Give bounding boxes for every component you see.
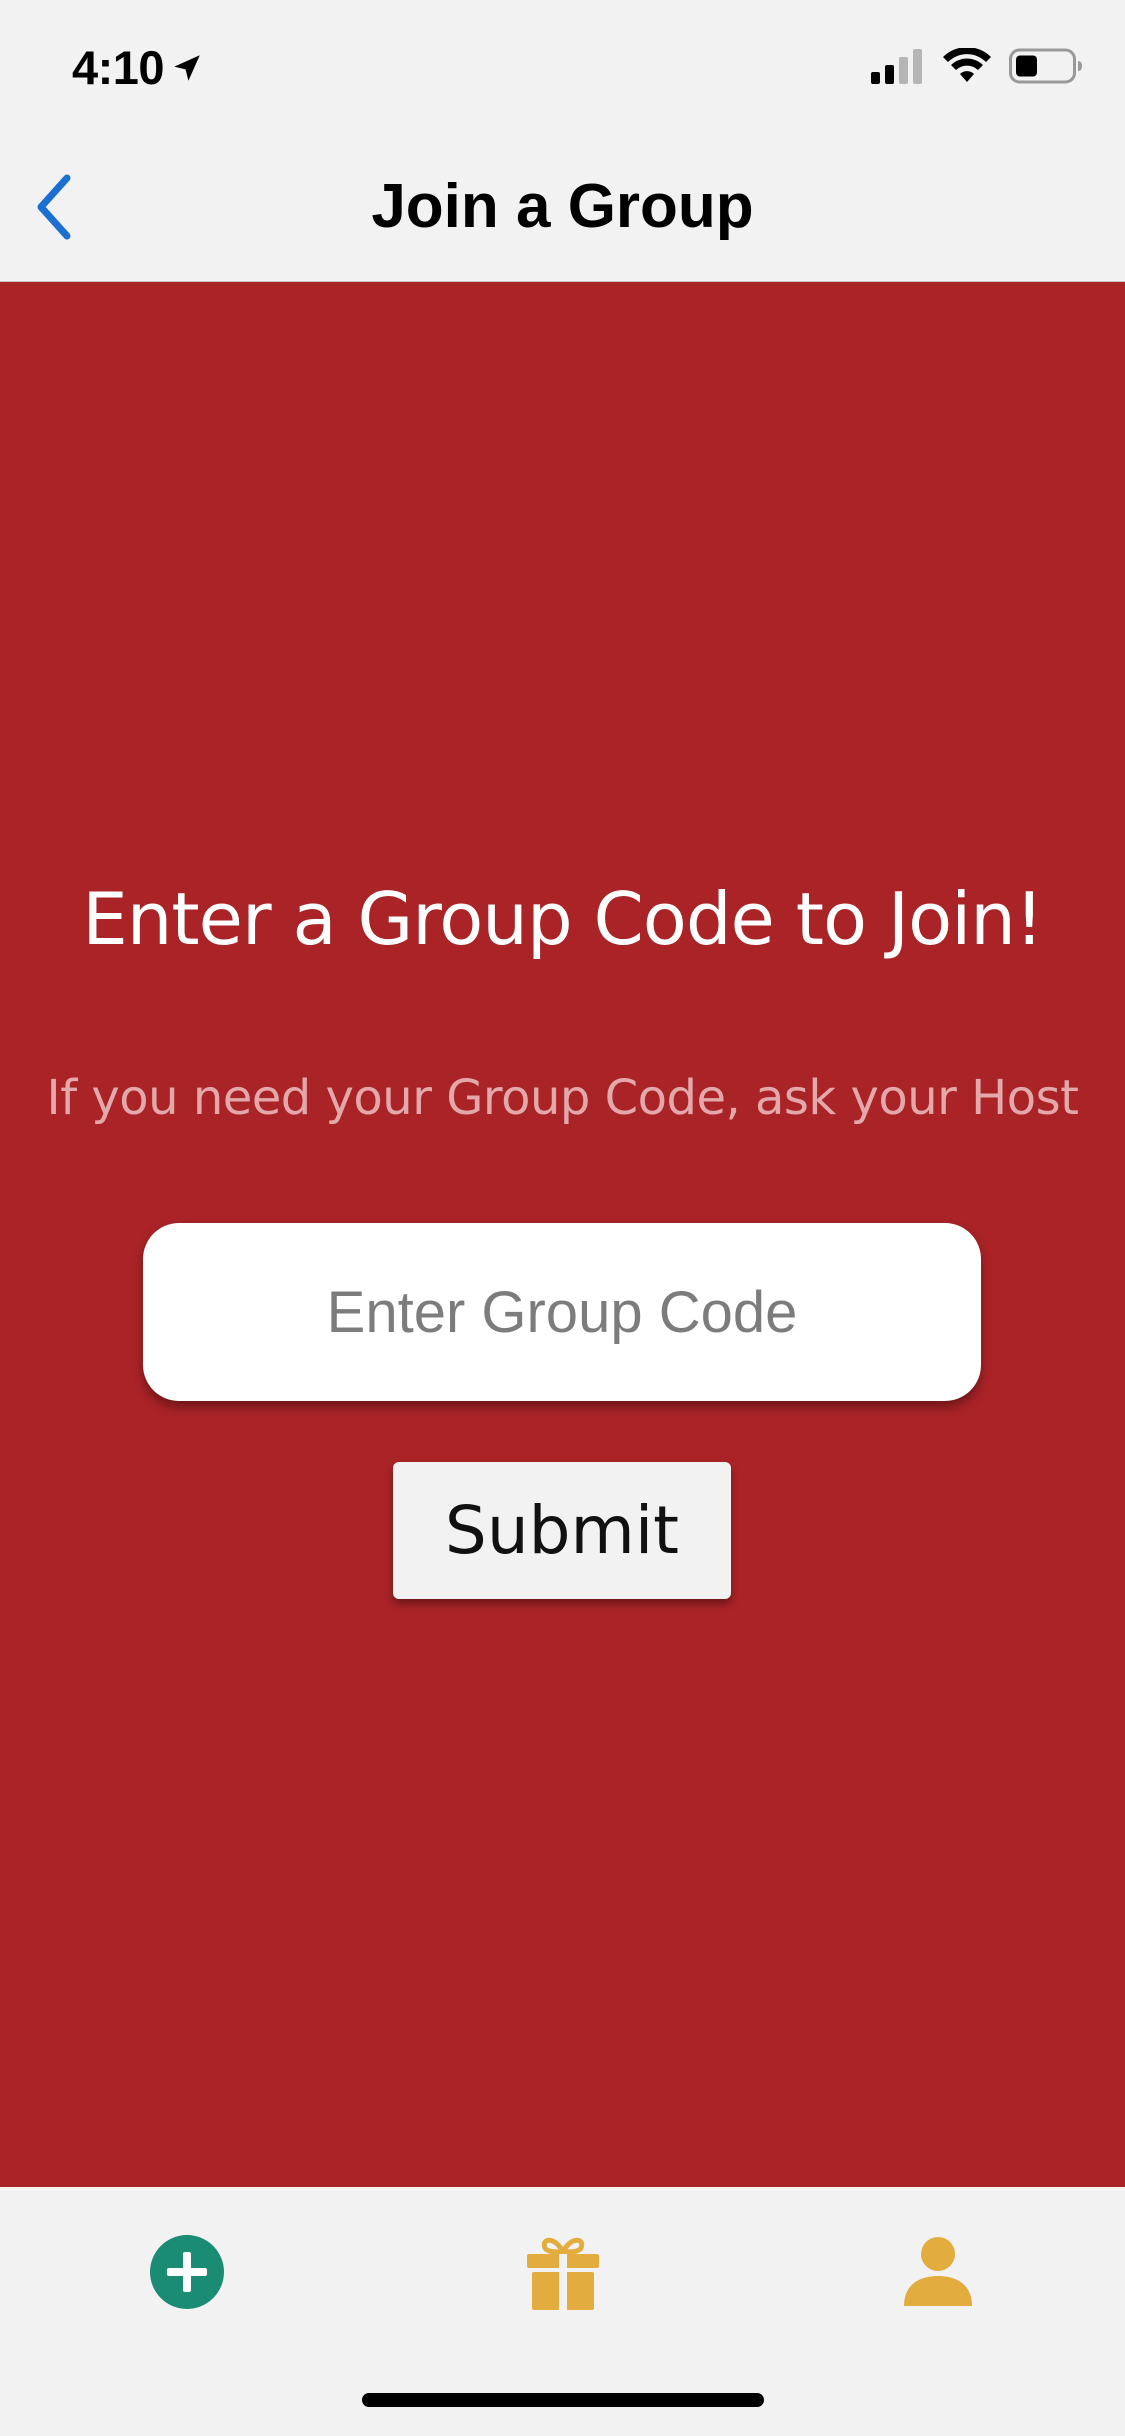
- cellular-signal-icon: [871, 49, 922, 84]
- wifi-icon: [943, 48, 991, 82]
- tab-profile[interactable]: [878, 2217, 998, 2327]
- battery-icon: [1009, 48, 1082, 84]
- navigation-bar: Join a Group: [0, 135, 1125, 282]
- join-group-screen: 4:10 Join a Group Enter a Group Code to …: [0, 0, 1125, 2436]
- tab-add-group[interactable]: [127, 2217, 247, 2327]
- status-bar: 4:10: [0, 0, 1125, 135]
- group-code-input[interactable]: [143, 1223, 981, 1401]
- page-title: Join a Group: [371, 172, 754, 241]
- location-arrow-icon: [174, 54, 200, 81]
- status-time-wrap: 4:10: [72, 40, 204, 95]
- helper-text: If you need your Group Code, ask your Ho…: [46, 1070, 1079, 1126]
- person-icon: [904, 2237, 972, 2306]
- join-group-panel: Enter a Group Code to Join! If you need …: [0, 282, 1125, 2187]
- status-icons: [871, 48, 1083, 84]
- home-indicator: [362, 2393, 764, 2407]
- tab-gifts[interactable]: [503, 2217, 623, 2327]
- submit-button[interactable]: Submit: [393, 1462, 731, 1599]
- gift-icon: [527, 2237, 599, 2310]
- status-time: 4:10: [72, 41, 165, 94]
- plus-circle-icon: [150, 2235, 224, 2309]
- headline: Enter a Group Code to Join!: [82, 877, 1043, 961]
